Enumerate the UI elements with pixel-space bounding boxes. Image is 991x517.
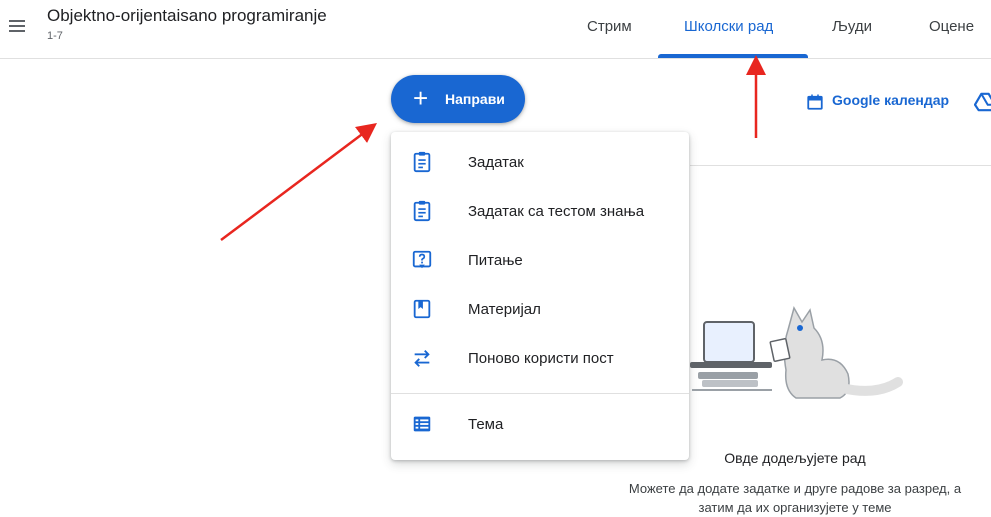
hamburger-menu-icon[interactable] [6,14,30,38]
menu-divider [391,393,689,394]
assignment-icon [413,151,431,173]
tab-grades[interactable]: Оцене [929,18,974,35]
class-title[interactable]: Objektno-orijentaisano programiranje [47,6,327,26]
content-divider [690,165,991,166]
question-icon [412,250,432,269]
google-calendar-label: Google календар [832,92,950,108]
menu-item-label: Задатак [468,154,524,171]
menu-item-label: Тема [468,416,504,433]
menu-item-reuse-post[interactable]: Поново користи пост [391,337,689,383]
annotation-arrow-create [220,123,377,241]
material-icon [413,299,431,319]
create-button[interactable]: + Направи [391,75,525,123]
tab-people[interactable]: Људи [832,18,872,35]
reuse-post-icon [414,350,430,367]
menu-item-label: Задатак са тестом знања [468,203,645,220]
empty-state-illustration [690,306,903,399]
menu-item-topic[interactable]: Тема [391,403,689,449]
topic-icon [413,416,431,432]
tab-stream[interactable]: Стрим [587,18,632,35]
menu-item-quiz-assignment[interactable]: Задатак са тестом знања [391,190,689,236]
drive-icon [974,92,991,112]
menu-item-assignment[interactable]: Задатак [391,141,689,187]
quiz-assignment-icon [413,200,431,222]
menu-item-material[interactable]: Материјал [391,288,689,334]
plus-icon: + [413,83,429,113]
empty-state-title: Овде додељујете рад [724,450,866,466]
create-menu: Задатак Задатак са тестом знања Питање М… [391,132,689,460]
empty-state-description: Можете да додате задатке и друге радове … [628,481,962,515]
menu-item-label: Поново користи пост [468,350,614,367]
active-tab-indicator [658,54,808,58]
calendar-icon [807,94,823,110]
class-section: 1-7 [47,30,63,42]
menu-item-label: Питање [468,252,523,269]
menu-item-question[interactable]: Питање [391,239,689,285]
tab-classwork[interactable]: Школски рад [684,18,773,35]
menu-item-label: Материјал [468,301,541,318]
class-drive-folder-link[interactable] [974,92,991,112]
top-app-bar: Objektno-orijentaisano programiranje 1-7… [0,0,991,59]
create-button-label: Направи [445,91,505,107]
